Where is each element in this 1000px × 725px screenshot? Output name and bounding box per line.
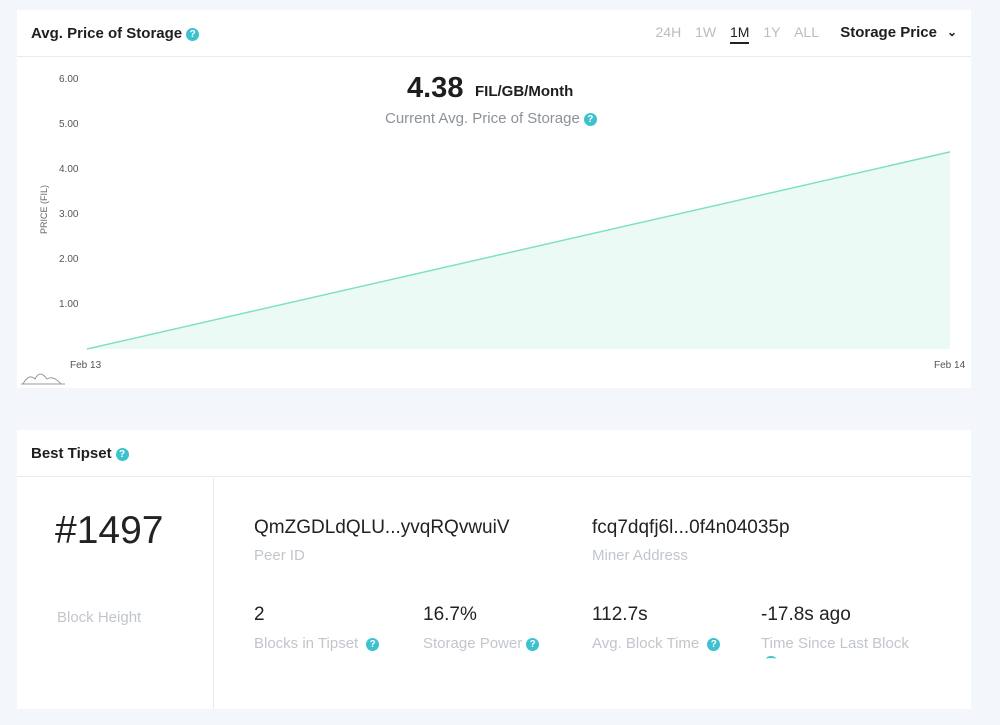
block-height-pane: #1497 Block Height: [17, 478, 214, 709]
storage-power-label-text: Storage Power: [423, 635, 523, 652]
block-height-value: #1497: [55, 509, 164, 552]
price-card-title-text: Avg. Price of Storage: [31, 25, 183, 42]
avg-block-time-label: Avg. Block Time?: [592, 635, 721, 652]
metric-dropdown-label: Storage Price: [840, 24, 937, 41]
price-chart: 1.00 2.00 3.00 4.00 5.00 6.00 PRICE (FIL) Feb 1…: [21, 74, 966, 385]
time-range-selector: 24H 1W 1M 1Y ALL: [646, 24, 819, 44]
y-tick-label: 1.00: [59, 299, 79, 310]
miner-address-value: fcq7dqfj6l...0f4n04035p: [592, 517, 790, 538]
blocks-in-tipset-label-text: Blocks in Tipset: [254, 635, 359, 652]
time-since-last-block-value: -17.8s ago: [761, 604, 851, 625]
help-icon[interactable]: ?: [186, 28, 200, 41]
y-tick-label: 6.00: [59, 74, 79, 85]
avg-block-time-label-text: Avg. Block Time: [592, 635, 700, 652]
storage-power-label: Storage Power?: [423, 635, 540, 652]
range-1y[interactable]: 1Y: [763, 24, 780, 40]
blocks-in-tipset-label: Blocks in Tipset?: [254, 635, 380, 652]
y-tick-label: 3.00: [59, 209, 79, 220]
range-all[interactable]: ALL: [794, 24, 819, 40]
help-icon[interactable]: ?: [366, 638, 380, 651]
best-tipset-card: Best Tipset? #1497 Block Height QmZGDLdQ…: [17, 430, 971, 709]
range-24h[interactable]: 24H: [656, 24, 682, 40]
current-price-unit: FIL/GB/Month: [475, 83, 574, 100]
tipset-card-header: Best Tipset?: [17, 430, 971, 477]
metric-dropdown[interactable]: Storage Price ⌄: [840, 24, 957, 41]
x-tick-label: Feb 13: [70, 360, 102, 371]
time-since-last-block-label: Time Since Last Block: [761, 635, 909, 652]
help-icon[interactable]: ?: [583, 113, 597, 126]
help-icon[interactable]: ?: [115, 448, 129, 461]
help-icon[interactable]: ?: [526, 638, 540, 651]
range-1m[interactable]: 1M: [729, 24, 750, 44]
storage-power-value: 16.7%: [423, 604, 477, 625]
tipset-card-title: Best Tipset?: [31, 445, 129, 462]
peer-id-label: Peer ID: [254, 547, 305, 564]
current-price-caption-text: Current Avg. Price of Storage: [385, 110, 580, 127]
help-icon[interactable]: ?: [707, 638, 721, 651]
y-tick-label: 4.00: [59, 164, 79, 175]
current-price-caption: Current Avg. Price of Storage?: [385, 110, 597, 127]
storage-price-card: Avg. Price of Storage? 24H 1W 1M 1Y ALL …: [17, 10, 971, 388]
price-card-title: Avg. Price of Storage?: [31, 25, 200, 42]
range-1w[interactable]: 1W: [695, 24, 716, 40]
price-card-header: Avg. Price of Storage? 24H 1W 1M 1Y ALL …: [17, 10, 971, 57]
loading-spinner-icon: [766, 656, 776, 662]
tipset-card-title-text: Best Tipset: [31, 445, 112, 462]
current-price-value: 4.38: [407, 72, 464, 104]
y-axis-label: PRICE (FIL): [39, 185, 49, 234]
mini-chart-icon: [21, 373, 65, 385]
y-tick-label: 2.00: [59, 254, 79, 265]
peer-id-value: QmZGDLdQLU...yvqRQvwuiV: [254, 517, 510, 538]
avg-block-time-value: 112.7s: [592, 604, 648, 625]
blocks-in-tipset-value: 2: [254, 604, 265, 625]
miner-address-label: Miner Address: [592, 547, 688, 564]
chevron-down-icon: ⌄: [946, 25, 957, 39]
y-tick-label: 5.00: [59, 119, 79, 130]
x-tick-label: Feb 14: [934, 360, 966, 371]
block-height-label: Block Height: [57, 609, 142, 626]
